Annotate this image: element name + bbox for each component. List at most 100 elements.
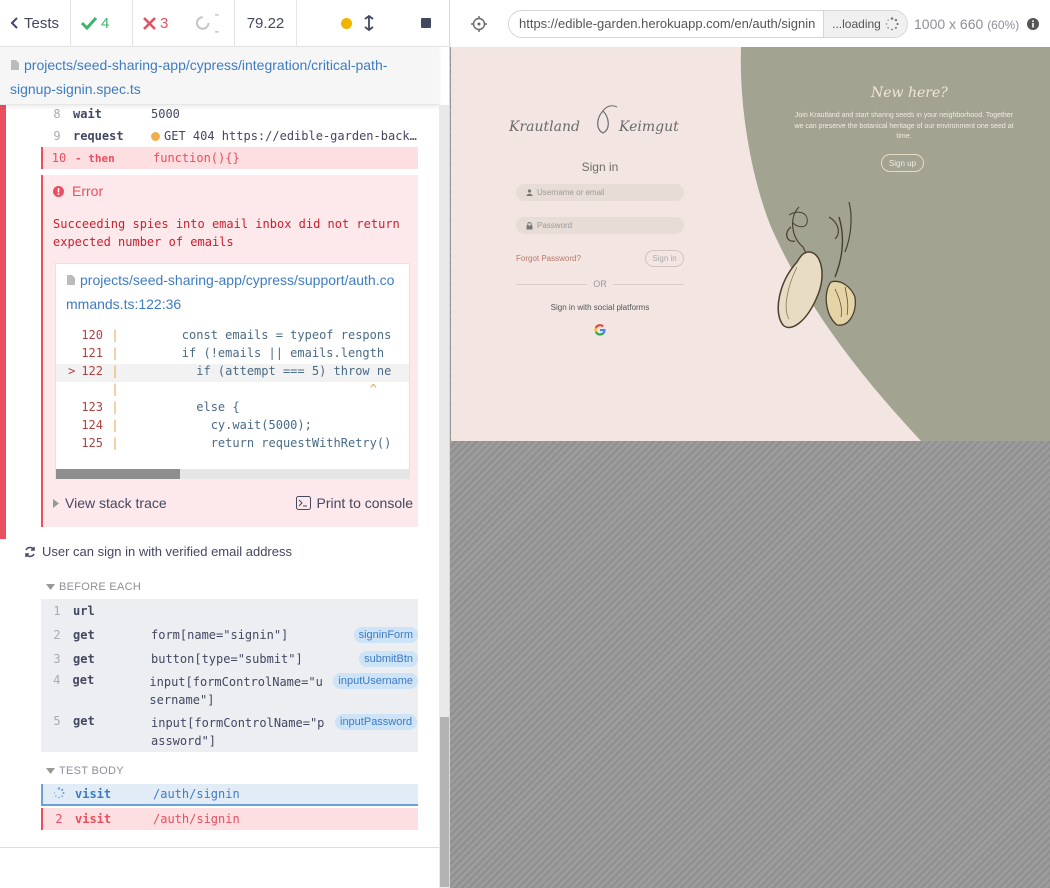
view-stack-trace-label: View stack trace — [65, 495, 167, 511]
alias-badge: signinForm — [353, 627, 418, 643]
google-icon[interactable] — [594, 324, 606, 336]
brand-logo: Krautland Keimgut — [509, 105, 679, 135]
terminal-icon — [295, 496, 311, 510]
password-input[interactable]: Password — [516, 217, 684, 234]
crosshair-icon — [471, 15, 487, 32]
lock-icon — [526, 221, 533, 229]
code-line: 120 | const emails = typeof respons — [56, 328, 409, 346]
error-message: Succeeding spies into email inbox did no… — [53, 217, 400, 249]
code-frame-scrollbar[interactable] — [56, 469, 409, 479]
command-name: get — [73, 652, 95, 666]
command-message: GET 404 https://edible-garden-backend.h… — [151, 129, 418, 143]
running-indicator-icon — [341, 17, 352, 29]
url-bar[interactable]: https://edible-garden.herokuapp.com/en/a… — [508, 9, 908, 38]
signin-button[interactable]: Sign in — [645, 250, 684, 267]
error-title: Error — [53, 183, 103, 199]
command-name: - then — [75, 151, 115, 165]
command-row-pending[interactable]: visit /auth/signin — [41, 784, 418, 806]
line-number: 123 — [81, 400, 103, 414]
hook-before-each[interactable]: BEFORE EACH — [46, 581, 141, 593]
test-title[interactable]: User can sign in with verified email add… — [24, 544, 292, 559]
test-title-text: User can sign in with verified email add… — [42, 544, 292, 559]
username-input[interactable]: Username or email — [516, 184, 684, 201]
username-placeholder: Username or email — [537, 188, 605, 197]
command-name: request — [73, 129, 124, 143]
alias-badge: submitBtn — [359, 651, 418, 667]
selector-playground-button[interactable] — [450, 15, 508, 32]
command-row-failed[interactable]: 2 visit /auth/signin — [41, 808, 418, 830]
signin-title: Sign in — [581, 160, 619, 174]
info-icon[interactable] — [1027, 17, 1040, 30]
code-text: if (!emails || emails.length — [124, 346, 392, 360]
pending-circle-icon — [195, 16, 210, 30]
stop-icon[interactable] — [420, 17, 432, 29]
command-log: 8 wait 5000 9 request GET 404 https://ed… — [0, 105, 439, 848]
tests-label: Tests — [24, 14, 60, 32]
aut-iframe: Krautland Keimgut Sign in Username or em… — [451, 47, 1050, 441]
run-controls — [297, 0, 449, 47]
caret-down-icon — [46, 768, 55, 774]
failed-count: 3 — [133, 0, 185, 47]
code-frame-file[interactable]: projects/seed-sharing-app/cypress/suppor… — [66, 268, 401, 316]
command-name: get — [73, 714, 95, 728]
line-number — [56, 382, 106, 400]
url-text[interactable]: https://edible-garden.herokuapp.com/en/a… — [509, 16, 823, 31]
failed-test-indicator — [0, 105, 6, 539]
command-message: 5000 — [151, 107, 180, 121]
command-row[interactable]: 3 get button[type="submit"] submitBtn — [41, 648, 418, 670]
cucumber-illustration — [777, 201, 856, 329]
logo-left-text: Krautland — [509, 119, 580, 135]
scrollbar-thumb[interactable] — [56, 469, 180, 479]
stats-bar: Tests 4 3 -- 79.22 — [0, 0, 449, 47]
error-panel: Error Succeeding spies into email inbox … — [41, 175, 418, 527]
command-message-text: GET 404 https://edible-garden-backend.h… — [164, 129, 418, 143]
status-dot-icon — [151, 132, 160, 141]
line-number: 121 — [81, 346, 103, 360]
divider — [0, 847, 439, 848]
password-placeholder: Password — [537, 221, 573, 230]
view-stack-trace-button[interactable]: View stack trace — [53, 495, 167, 511]
forgot-password-link[interactable]: Forgot Password? — [516, 254, 581, 263]
auto-scroll-icon[interactable] — [364, 15, 374, 31]
command-number: 5 — [53, 714, 61, 728]
alias-badge: inputUsername — [333, 673, 418, 689]
spinner-icon — [885, 16, 899, 30]
command-row[interactable]: 9 request GET 404 https://edible-garden-… — [41, 125, 418, 147]
caret-right-icon — [53, 498, 59, 508]
command-name: wait — [73, 107, 102, 121]
command-row[interactable]: 1 url — [41, 600, 418, 622]
command-row[interactable]: 2 get form[name="signin"] signinForm — [41, 624, 418, 646]
code-frame-file-link[interactable]: projects/seed-sharing-app/cypress/suppor… — [66, 272, 394, 312]
code-line: 123 | else { — [56, 400, 409, 418]
pending-value: -- — [214, 6, 220, 40]
code-text: const emails = typeof respons — [124, 328, 392, 342]
aut-header: https://edible-garden.herokuapp.com/en/a… — [450, 0, 1050, 47]
check-icon — [81, 16, 97, 30]
file-icon — [67, 275, 75, 285]
spec-path-link[interactable]: projects/seed-sharing-app/cypress/integr… — [10, 57, 387, 97]
running-icon — [25, 546, 35, 557]
scrollbar-thumb[interactable] — [440, 717, 449, 887]
command-row[interactable]: 5 get input[formControlName="password"] … — [41, 710, 418, 750]
print-to-console-button[interactable]: Print to console — [295, 495, 413, 511]
line-marker: > — [68, 364, 76, 378]
command-name: visit — [75, 787, 112, 801]
aut-container: Krautland Keimgut Sign in Username or em… — [450, 47, 1050, 888]
command-message: input[formControlName="password"] — [151, 716, 325, 748]
tests-back-button[interactable]: Tests — [0, 0, 71, 47]
code-text: cy.wait(5000); — [124, 418, 312, 432]
command-number: 4 — [53, 673, 61, 687]
loading-indicator: ...loading — [823, 10, 907, 37]
command-name: get — [73, 628, 95, 642]
hook-test-body[interactable]: TEST BODY — [46, 765, 124, 777]
or-text: OR — [593, 279, 607, 289]
signup-button[interactable]: Sign up — [881, 154, 924, 172]
or-divider: OR — [516, 279, 684, 289]
code-lines: 120 | const emails = typeof respons 121 | … — [56, 328, 409, 454]
reporter-scrollbar[interactable] — [439, 105, 449, 888]
command-row[interactable]: 4 get input[formControlName="username"] … — [41, 669, 418, 709]
code-text: else { — [124, 400, 240, 414]
command-row-failed[interactable]: 10 - then function(){} — [41, 147, 418, 169]
command-number: 8 — [53, 107, 61, 121]
command-row[interactable]: 8 wait 5000 — [41, 105, 418, 125]
